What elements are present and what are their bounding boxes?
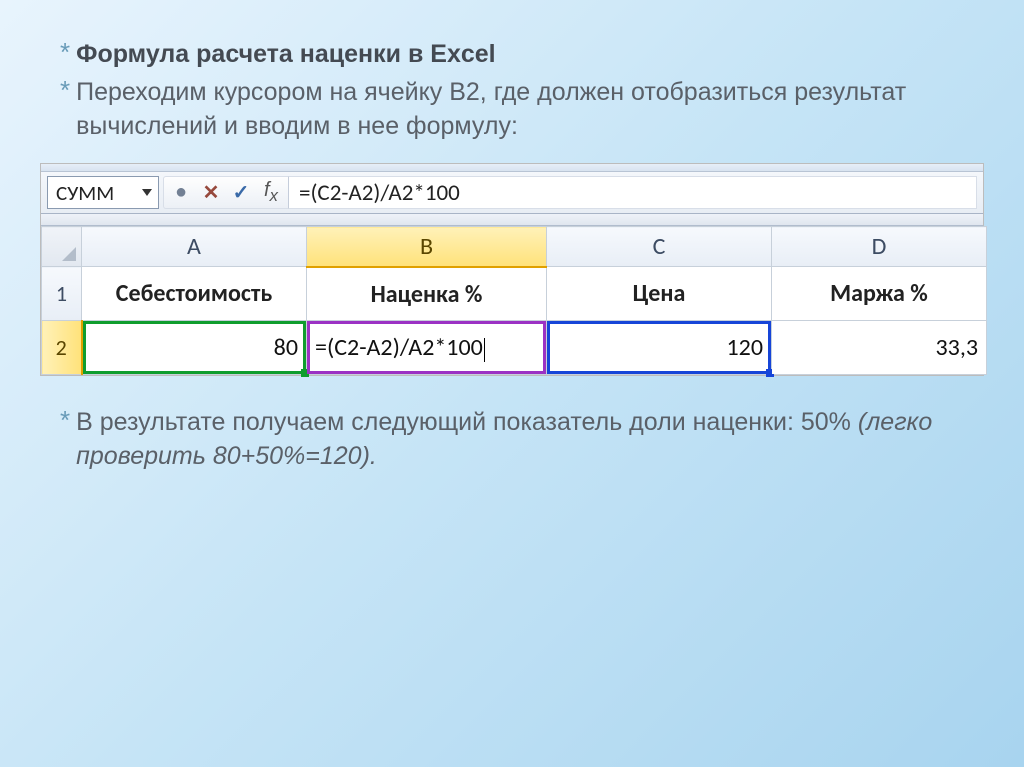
cell-D2[interactable]: 33,3 bbox=[772, 321, 987, 375]
cell-A1[interactable]: Себестоимость bbox=[82, 267, 307, 321]
row-2: 2 80 =(C2-A2)/A2*100 120 33,3 bbox=[42, 321, 987, 375]
slide-result: В результате получаем следующий показате… bbox=[76, 406, 984, 474]
row-header-2[interactable]: 2 bbox=[42, 321, 82, 375]
column-header-row: A B C D bbox=[42, 227, 987, 267]
bullet-asterisk: * bbox=[60, 38, 70, 67]
spacer-strip bbox=[41, 214, 983, 226]
formula-bar-input[interactable]: =(C2-A2)/A2*100 bbox=[289, 176, 977, 209]
col-header-D[interactable]: D bbox=[772, 227, 987, 267]
ribbon-strip bbox=[41, 164, 983, 172]
formula-bar-controls: ● ✕ ✓ fx bbox=[163, 176, 289, 209]
name-box-value: СУММ bbox=[56, 180, 114, 206]
col-header-C[interactable]: C bbox=[547, 227, 772, 267]
cell-B2[interactable]: =(C2-A2)/A2*100 bbox=[307, 321, 547, 375]
worksheet: A B C D 1 Себестоимость Наценка % Цена М… bbox=[41, 226, 987, 375]
formula-bar-row: СУММ ● ✕ ✓ fx =(C2-A2)/A2*100 bbox=[41, 172, 983, 214]
enter-formula-icon[interactable]: ✓ bbox=[230, 180, 252, 205]
name-box-dropdown-icon[interactable] bbox=[142, 189, 152, 196]
cell-B2-text: =(C2-A2)/A2*100 bbox=[315, 333, 483, 362]
col-header-A[interactable]: A bbox=[82, 227, 307, 267]
cell-C1[interactable]: Цена bbox=[547, 267, 772, 321]
bullet-asterisk: * bbox=[60, 76, 70, 105]
slide-title: Формула расчета наценки в Excel bbox=[76, 38, 495, 72]
formula-bar-text: =(C2-A2)/A2*100 bbox=[299, 179, 460, 207]
col-header-B[interactable]: B bbox=[307, 227, 547, 267]
result-prefix: В результате получаем следующий показате… bbox=[76, 408, 801, 436]
fx-icon[interactable]: fx bbox=[260, 179, 282, 206]
cell-B1[interactable]: Наценка % bbox=[307, 267, 547, 321]
cell-A2[interactable]: 80 bbox=[82, 321, 307, 375]
expand-icon[interactable]: ● bbox=[170, 181, 192, 204]
cell-D1[interactable]: Маржа % bbox=[772, 267, 987, 321]
title-line: * Формула расчета наценки в Excel bbox=[40, 38, 984, 72]
result-value: 50% bbox=[801, 408, 851, 436]
excel-screenshot: СУММ ● ✕ ✓ fx =(C2-A2)/A2*100 A B C D bbox=[40, 163, 984, 376]
select-all-corner[interactable] bbox=[42, 227, 82, 267]
result-line: * В результате получаем следующий показа… bbox=[40, 406, 984, 474]
cancel-formula-icon[interactable]: ✕ bbox=[200, 180, 222, 205]
slide-intro: Переходим курсором на ячейку B2, где дол… bbox=[76, 76, 984, 144]
name-box[interactable]: СУММ bbox=[47, 176, 159, 209]
row-1: 1 Себестоимость Наценка % Цена Маржа % bbox=[42, 267, 987, 321]
text-cursor bbox=[484, 338, 485, 362]
cell-C2[interactable]: 120 bbox=[547, 321, 772, 375]
row-header-1[interactable]: 1 bbox=[42, 267, 82, 321]
intro-line: * Переходим курсором на ячейку B2, где д… bbox=[40, 76, 984, 144]
bullet-asterisk: * bbox=[60, 406, 70, 435]
